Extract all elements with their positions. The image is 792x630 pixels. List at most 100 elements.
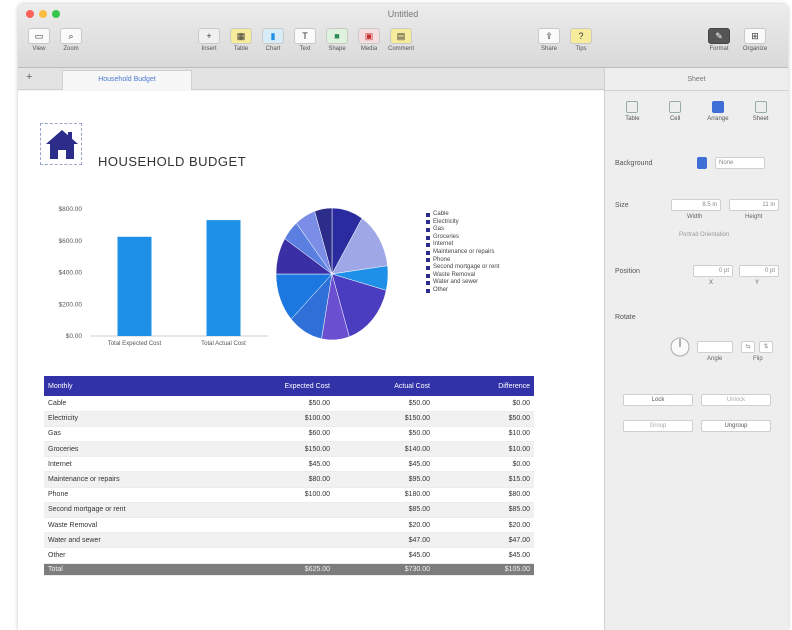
table-row[interactable]: Other $45.00 $45.00 [44, 547, 534, 564]
cell-expected[interactable] [234, 532, 334, 549]
table-button[interactable]: ▦ Table [228, 28, 254, 52]
cell-difference[interactable]: $80.00 [434, 487, 534, 503]
table-row[interactable]: Phone $100.00 $180.00 $80.00 [44, 487, 534, 503]
cell-actual[interactable]: $85.00 [334, 502, 434, 519]
cell-monthly[interactable]: Groceries [44, 441, 234, 458]
background-dropdown[interactable]: None [715, 157, 765, 169]
cell-difference[interactable]: $0.00 [434, 396, 534, 412]
cell-actual[interactable]: $47.00 [334, 532, 434, 549]
cell-actual[interactable]: $150.00 [334, 411, 434, 427]
cell-difference[interactable]: $85.00 [434, 502, 534, 519]
cell-expected[interactable]: $45.00 [234, 456, 334, 473]
cell-expected[interactable]: $100.00 [234, 487, 334, 503]
cell-difference[interactable]: $47.00 [434, 532, 534, 549]
cell-monthly[interactable]: Other [44, 547, 234, 564]
cell-expected[interactable] [234, 547, 334, 564]
cell-expected[interactable]: $60.00 [234, 426, 334, 443]
comment-button[interactable]: ▤ Comment [388, 28, 414, 52]
cell-monthly[interactable]: Phone [44, 487, 234, 503]
group-button[interactable]: Group [623, 420, 693, 432]
total-cell[interactable]: $625.00 [234, 563, 334, 576]
col-header-difference[interactable]: Difference [434, 376, 534, 396]
table-row[interactable]: Waste Removal $20.00 $20.00 [44, 517, 534, 534]
table-row[interactable]: Groceries $150.00 $140.00 $10.00 [44, 441, 534, 458]
total-cell[interactable]: $105.00 [434, 563, 534, 576]
table-row[interactable]: Water and sewer $47.00 $47.00 [44, 532, 534, 549]
cell-difference[interactable]: $10.00 [434, 426, 534, 443]
table-row[interactable]: Electricity $100.00 $150.00 $50.00 [44, 411, 534, 427]
cell-difference[interactable]: $20.00 [434, 517, 534, 534]
table-row[interactable]: Internet $45.00 $45.00 $0.00 [44, 456, 534, 473]
organize-button[interactable]: ⊞ Organize [742, 28, 768, 52]
cell-difference[interactable]: $45.00 [434, 547, 534, 564]
table-row[interactable]: Gas $60.00 $50.00 $10.00 [44, 426, 534, 443]
tab-sheet[interactable]: Sheet [741, 101, 781, 122]
flip-vertical-button[interactable]: ⇅ [759, 341, 773, 353]
width-field[interactable]: 8.5 in [671, 199, 721, 211]
sheet-canvas[interactable]: HOUSEHOLD BUDGET $800.00 $600.00 $400.00 $2… [18, 91, 604, 630]
pos-x-field[interactable]: 0 pt [693, 265, 733, 277]
table-total-row[interactable]: Total $625.00 $730.00 $105.00 [44, 563, 534, 576]
tab-cell[interactable]: Cell [655, 101, 695, 122]
cell-actual[interactable]: $50.00 [334, 426, 434, 443]
cell-expected[interactable] [234, 517, 334, 534]
cell-monthly[interactable]: Internet [44, 456, 234, 473]
height-field[interactable]: 11 in [729, 199, 779, 211]
flip-horizontal-button[interactable]: ⇆ [741, 341, 755, 353]
cell-expected[interactable]: $50.00 [234, 396, 334, 412]
budget-table[interactable]: Monthly Expected Cost Actual Cost Differ… [44, 376, 534, 576]
add-sheet-button[interactable]: + [26, 71, 32, 83]
charts-svg[interactable]: $800.00 $600.00 $400.00 $200.00 $0.00 Total E… [18, 91, 604, 361]
cell-actual[interactable]: $140.00 [334, 441, 434, 458]
table-row[interactable]: Second mortgage or rent $85.00 $85.00 [44, 502, 534, 519]
chart-button[interactable]: ▮ Chart [260, 28, 286, 52]
bar[interactable] [117, 236, 152, 336]
table-row[interactable]: Cable $50.00 $50.00 $0.00 [44, 396, 534, 412]
cell-expected[interactable]: $80.00 [234, 471, 334, 488]
cell-difference[interactable]: $50.00 [434, 411, 534, 427]
col-header-expected[interactable]: Expected Cost [234, 376, 334, 396]
cell-actual[interactable]: $45.00 [334, 456, 434, 473]
cell-expected[interactable]: $100.00 [234, 411, 334, 427]
orientation-option[interactable]: Portrait Orientation [679, 232, 729, 238]
bar[interactable] [206, 220, 241, 336]
total-cell[interactable]: $730.00 [334, 563, 434, 576]
cell-monthly[interactable]: Water and sewer [44, 532, 234, 549]
cell-difference[interactable]: $15.00 [434, 471, 534, 488]
format-button[interactable]: ✎ Format [706, 28, 732, 52]
col-header-actual[interactable]: Actual Cost [334, 376, 434, 396]
angle-field[interactable] [697, 341, 733, 353]
cell-actual[interactable]: $45.00 [334, 547, 434, 564]
cell-actual[interactable]: $180.00 [334, 487, 434, 503]
insert-button[interactable]: + Insert [196, 28, 222, 52]
pos-y-field[interactable]: 0 pt [739, 265, 779, 277]
total-cell[interactable]: Total [44, 563, 234, 576]
ungroup-button[interactable]: Ungroup [701, 420, 771, 432]
view-button[interactable]: ▭ View [26, 28, 52, 52]
tab-table[interactable]: Table [612, 101, 652, 122]
share-button[interactable]: ⇪ Share [536, 28, 562, 52]
cell-monthly[interactable]: Waste Removal [44, 517, 234, 534]
cell-difference[interactable]: $0.00 [434, 456, 534, 473]
cell-monthly[interactable]: Gas [44, 426, 234, 443]
cell-expected[interactable]: $150.00 [234, 441, 334, 458]
cell-difference[interactable]: $10.00 [434, 441, 534, 458]
media-button[interactable]: ▣ Media [356, 28, 382, 52]
cell-monthly[interactable]: Maintenance or repairs [44, 471, 234, 488]
lock-button[interactable]: Lock [623, 394, 693, 406]
tips-button[interactable]: ? Tips [568, 28, 594, 52]
tab-arrange[interactable]: Arrange [698, 101, 738, 122]
zoom-control[interactable]: ⌕ Zoom [58, 28, 84, 52]
shape-button[interactable]: ■ Shape [324, 28, 350, 52]
cell-actual[interactable]: $50.00 [334, 396, 434, 412]
cell-monthly[interactable]: Second mortgage or rent [44, 502, 234, 519]
text-button[interactable]: T Text [292, 28, 318, 52]
cell-monthly[interactable]: Electricity [44, 411, 234, 427]
cell-monthly[interactable]: Cable [44, 396, 234, 412]
tab-household-budget[interactable]: Household Budget [62, 70, 192, 90]
rotate-wheel-icon[interactable] [669, 336, 691, 358]
cell-expected[interactable] [234, 502, 334, 519]
cell-actual[interactable]: $95.00 [334, 471, 434, 488]
cell-actual[interactable]: $20.00 [334, 517, 434, 534]
table-row[interactable]: Maintenance or repairs $80.00 $95.00 $15.00 [44, 471, 534, 488]
